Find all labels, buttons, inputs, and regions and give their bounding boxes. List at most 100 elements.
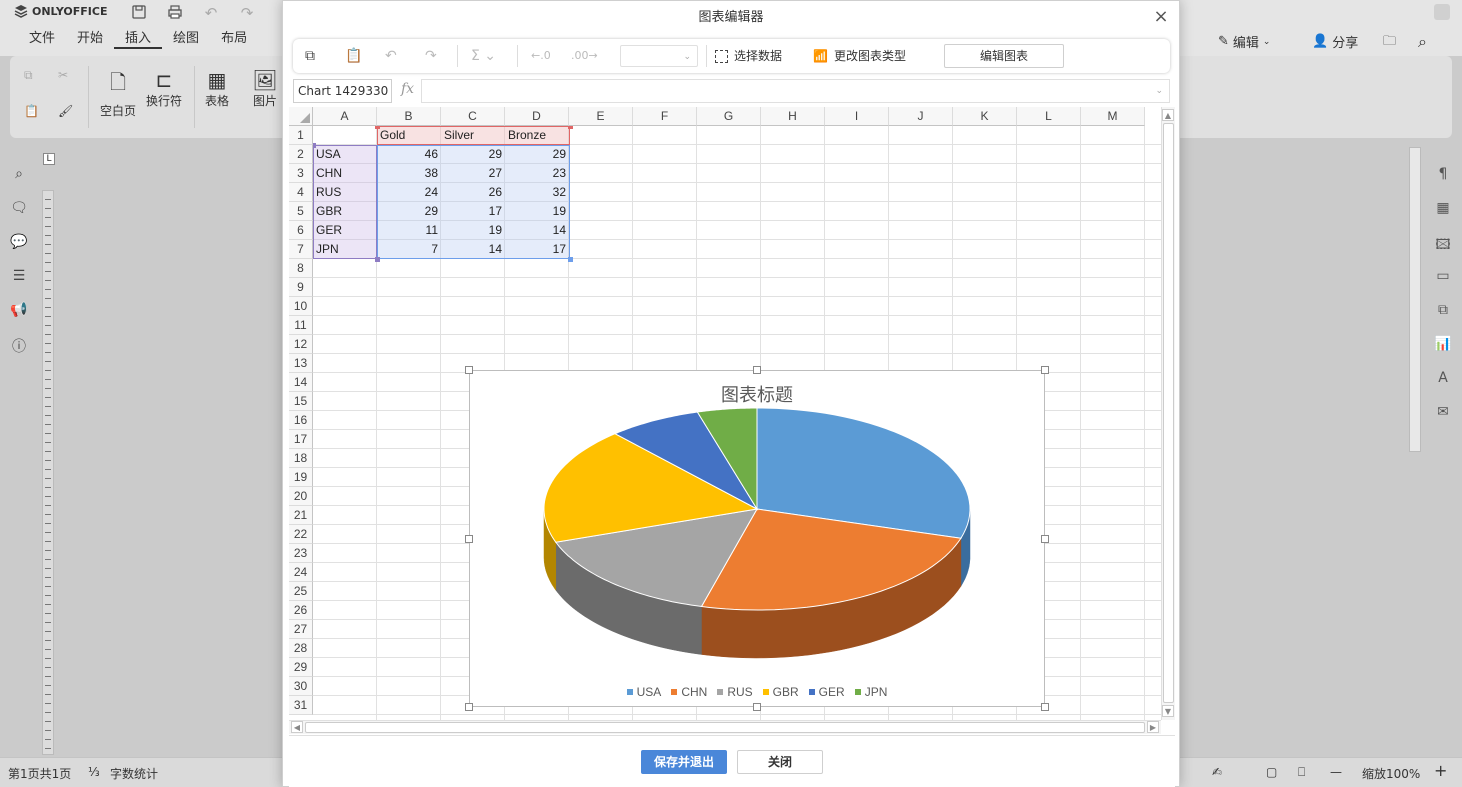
legend-item[interactable]: CHN	[671, 685, 707, 699]
legend-item[interactable]: GBR	[762, 685, 799, 699]
row-header[interactable]: 16	[289, 411, 313, 430]
select-all-corner[interactable]	[289, 107, 313, 126]
close-icon[interactable]: ×	[1153, 8, 1169, 26]
select-data-button[interactable]: 选择数据	[715, 45, 782, 67]
search-icon[interactable]: ⌕	[1418, 32, 1427, 52]
redo-icon[interactable]: ↷	[425, 45, 437, 67]
edit-mode-button[interactable]: ✎ 编辑 ⌄	[1218, 32, 1270, 51]
row-header[interactable]: 10	[289, 297, 313, 316]
row-header[interactable]: 28	[289, 639, 313, 658]
column-header[interactable]: K	[953, 107, 1017, 126]
column-header[interactable]: I	[825, 107, 889, 126]
tab-draw[interactable]: 绘图	[162, 29, 210, 49]
copy-icon[interactable]: ⧉	[305, 45, 315, 67]
zoom-level[interactable]: 缩放100%	[1362, 765, 1420, 782]
blank-page-button[interactable]: 🗋 空白页	[98, 68, 138, 119]
table-cell[interactable]: 26	[441, 183, 505, 202]
name-box[interactable]: Chart 1429330	[293, 79, 392, 103]
row-header[interactable]: 19	[289, 468, 313, 487]
chart-area[interactable]: 图表标题 USA CHN RUS GBR GER JPN	[465, 366, 1049, 711]
zoom-in-icon[interactable]: +	[1434, 761, 1447, 780]
scroll-thumb[interactable]	[305, 722, 1145, 733]
table-row-label[interactable]: GER	[313, 221, 377, 240]
column-header[interactable]: H	[761, 107, 825, 126]
decrease-decimal-icon[interactable]: ←.0	[531, 45, 551, 67]
table-cell[interactable]: 29	[441, 145, 505, 164]
row-header[interactable]: 4	[289, 183, 313, 202]
table-cell[interactable]: 29	[377, 202, 441, 221]
table-row-label[interactable]: USA	[313, 145, 377, 164]
number-format-select[interactable]: ⌄	[620, 45, 698, 67]
table-settings-icon[interactable]: ▦	[1434, 200, 1452, 218]
info-icon[interactable]: ⓘ	[10, 336, 28, 355]
table-cell[interactable]: 29	[505, 145, 569, 164]
formula-input[interactable]: ⌄	[421, 79, 1170, 103]
table-cell[interactable]: 17	[441, 202, 505, 221]
search-icon[interactable]: ⌕	[10, 166, 28, 184]
spellcheck-icon[interactable]: ✍	[1212, 765, 1222, 779]
row-header[interactable]: 13	[289, 354, 313, 373]
edit-chart-button[interactable]: 编辑图表	[944, 44, 1064, 68]
row-header[interactable]: 29	[289, 658, 313, 677]
table-header-cell[interactable]: Silver	[441, 126, 505, 145]
tab-stop-icon[interactable]: L	[43, 153, 55, 165]
row-header[interactable]: 7	[289, 240, 313, 259]
row-header[interactable]: 1	[289, 126, 313, 145]
table-cell[interactable]: 19	[441, 221, 505, 240]
comment-icon[interactable]: 🗨	[10, 200, 28, 218]
copy-icon[interactable]: ⧉	[24, 68, 33, 83]
row-header[interactable]: 15	[289, 392, 313, 411]
chat-icon[interactable]: 💬	[10, 234, 28, 252]
tab-file[interactable]: 文件	[18, 29, 66, 49]
row-header[interactable]: 24	[289, 563, 313, 582]
tab-layout[interactable]: 布局	[210, 29, 258, 49]
table-header-cell[interactable]: Bronze	[505, 126, 569, 145]
row-header[interactable]: 26	[289, 601, 313, 620]
spreadsheet-grid[interactable]: A B C D E F G H I J K L M 1 2 3 4 5 6 7 8 9 10 11 12 13 14 15 16 17 18…	[289, 107, 1163, 720]
table-cell[interactable]: 24	[377, 183, 441, 202]
page-info[interactable]: 第1页共1页	[8, 765, 71, 782]
row-header[interactable]: 2	[289, 145, 313, 164]
table-cell[interactable]: 11	[377, 221, 441, 240]
open-location-icon[interactable]: 🗀	[1383, 32, 1396, 54]
scroll-right-icon[interactable]: ▶	[1147, 721, 1159, 733]
column-header[interactable]: G	[697, 107, 761, 126]
save-icon[interactable]	[130, 4, 148, 22]
navigation-icon[interactable]: ☰	[10, 268, 28, 286]
row-header[interactable]: 12	[289, 335, 313, 354]
column-header[interactable]: J	[889, 107, 953, 126]
scroll-down-icon[interactable]: ▼	[1162, 705, 1174, 717]
row-header[interactable]: 18	[289, 449, 313, 468]
table-row-label[interactable]: RUS	[313, 183, 377, 202]
row-header[interactable]: 23	[289, 544, 313, 563]
column-header[interactable]: E	[569, 107, 633, 126]
zoom-out-icon[interactable]: —	[1330, 765, 1342, 779]
undo-icon[interactable]: ↶	[385, 45, 397, 67]
plugin-icon[interactable]	[1434, 4, 1450, 20]
tab-home[interactable]: 开始	[66, 29, 114, 49]
row-header[interactable]: 5	[289, 202, 313, 221]
row-header[interactable]: 22	[289, 525, 313, 544]
grid-horizontal-scrollbar[interactable]: ◀ ▶	[289, 720, 1161, 734]
image-settings-icon[interactable]: 🖾	[1434, 234, 1452, 253]
table-row-label[interactable]: CHN	[313, 164, 377, 183]
column-header[interactable]: C	[441, 107, 505, 126]
tab-insert[interactable]: 插入	[114, 29, 163, 49]
scroll-thumb[interactable]	[1163, 123, 1174, 703]
row-header[interactable]: 20	[289, 487, 313, 506]
table-cell[interactable]: 38	[377, 164, 441, 183]
column-header[interactable]: B	[377, 107, 441, 126]
row-header[interactable]: 31	[289, 696, 313, 715]
chart-settings-icon[interactable]: 📊	[1434, 336, 1452, 354]
table-cell[interactable]: 46	[377, 145, 441, 164]
row-header[interactable]: 6	[289, 221, 313, 240]
table-cell[interactable]: 23	[505, 164, 569, 183]
column-header[interactable]: D	[505, 107, 569, 126]
table-cell[interactable]: 7	[377, 240, 441, 259]
legend-item[interactable]: USA	[626, 685, 661, 699]
table-cell[interactable]: 14	[441, 240, 505, 259]
scroll-left-icon[interactable]: ◀	[291, 721, 303, 733]
format-painter-icon[interactable]: 🖌	[58, 104, 73, 118]
close-button[interactable]: 关闭	[737, 750, 823, 774]
line-break-button[interactable]: ⊏ 换行符	[144, 68, 184, 109]
